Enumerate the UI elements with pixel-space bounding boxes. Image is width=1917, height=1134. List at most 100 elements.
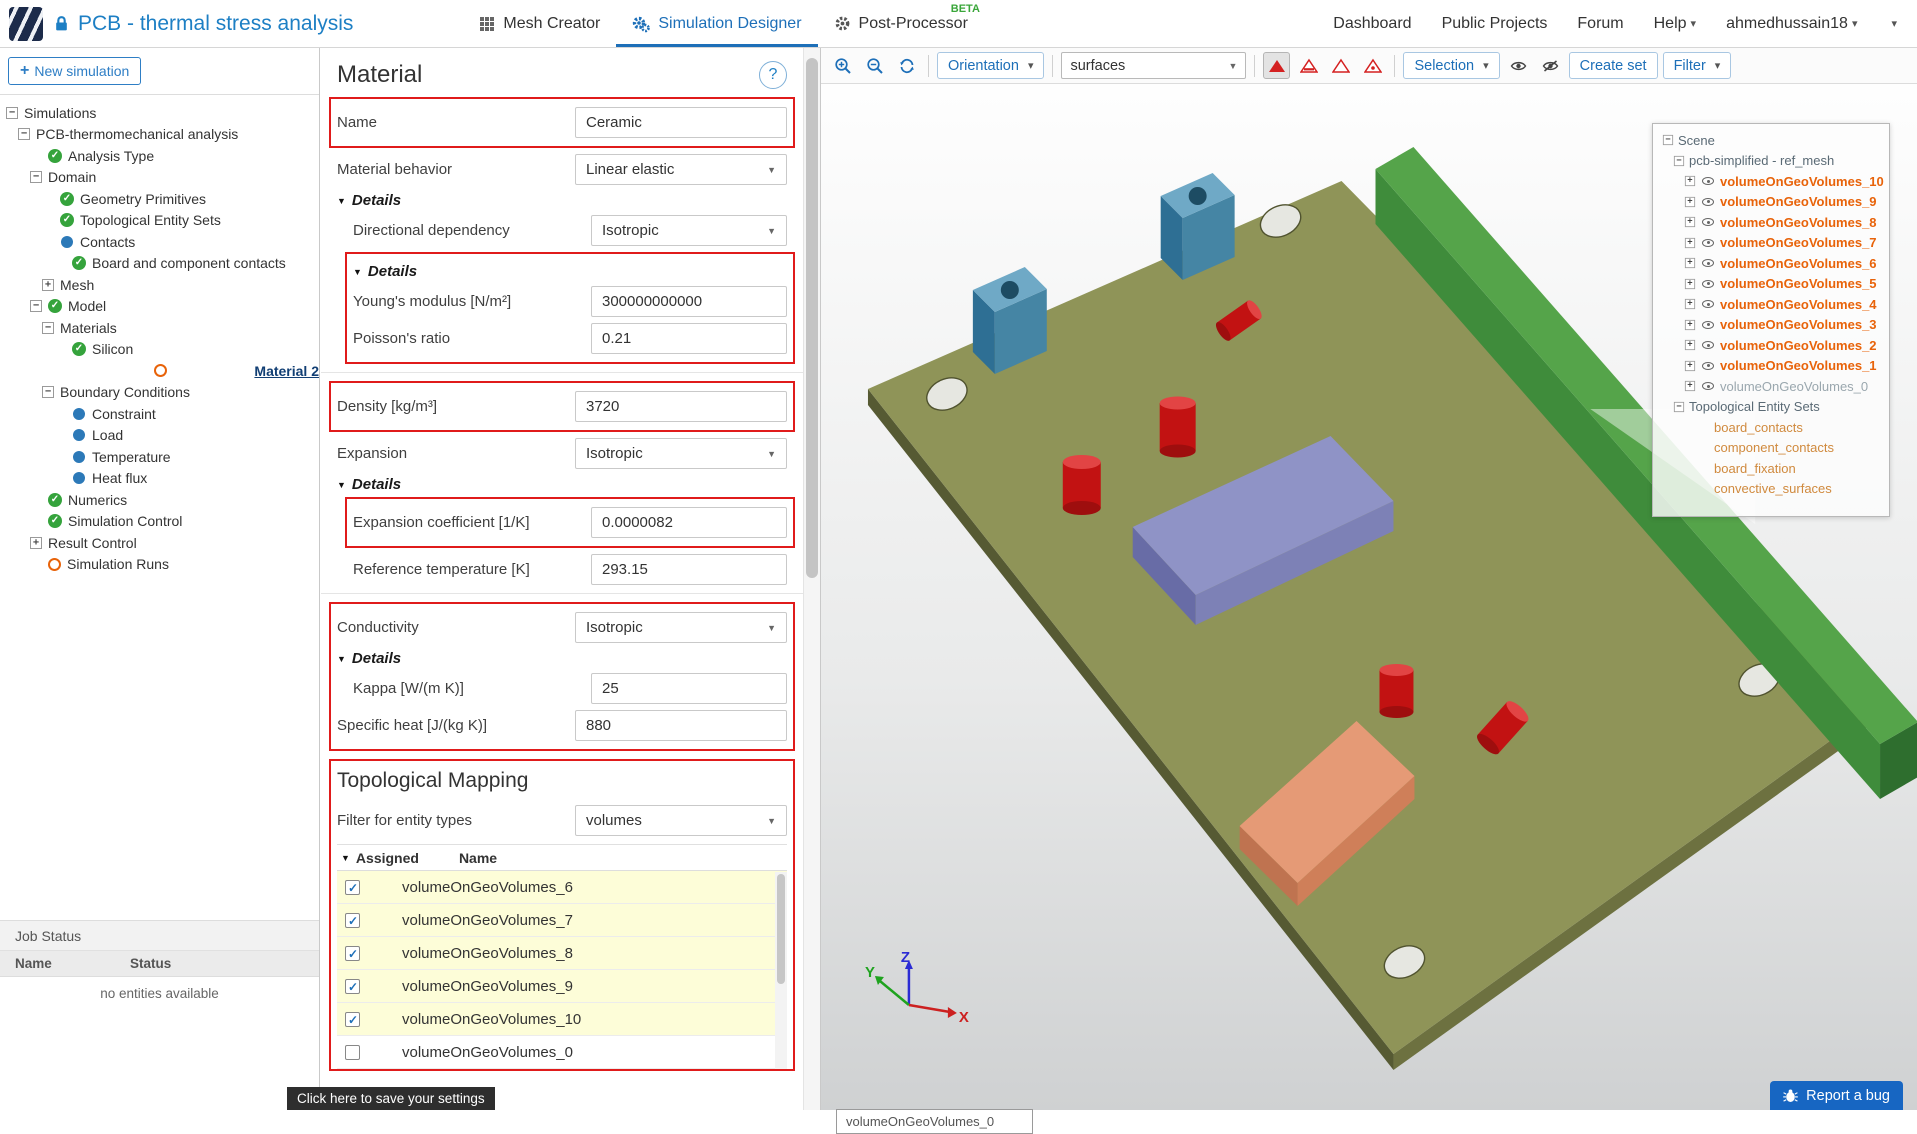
expander-minus-icon[interactable]: −: [6, 106, 18, 119]
mesh-quality-bottom-button[interactable]: [1295, 52, 1322, 79]
nav-public-projects[interactable]: Public Projects: [1442, 15, 1548, 33]
assigned-checkbox[interactable]: [345, 1011, 360, 1028]
visibility-eye-icon[interactable]: [1702, 238, 1714, 247]
user-menu[interactable]: ahmedhussain18: [1726, 15, 1857, 33]
expander-plus-icon[interactable]: +: [1684, 319, 1696, 330]
tab-simulation-designer[interactable]: Simulation Designer: [616, 0, 818, 47]
scene-tree-item[interactable]: − Scene: [1658, 130, 1884, 151]
expander-minus-icon[interactable]: −: [1673, 155, 1685, 166]
material-behavior-select[interactable]: Linear elastic ▼: [575, 154, 787, 185]
tree-item[interactable]: Contacts: [0, 231, 319, 253]
scene-tree-item[interactable]: + volumeOnGeoVolumes_8: [1658, 212, 1884, 233]
visibility-eye-icon[interactable]: [1702, 177, 1714, 186]
nav-forum[interactable]: Forum: [1577, 15, 1623, 33]
capacitor-4[interactable]: [1379, 664, 1414, 718]
tree-item[interactable]: − PCB-thermomechanical analysis: [0, 124, 319, 146]
scene-tree-item[interactable]: + volumeOnGeoVolumes_0: [1658, 376, 1884, 397]
show-button[interactable]: [1505, 52, 1532, 79]
scene-tree-item[interactable]: board_contacts: [1658, 417, 1884, 438]
tree-item[interactable]: + Mesh: [0, 274, 319, 296]
scene-tree-item[interactable]: − pcb-simplified - ref_mesh: [1658, 151, 1884, 172]
density-input[interactable]: 3720: [575, 391, 787, 422]
details-section-header[interactable]: ▼ Details: [337, 192, 787, 209]
orientation-button[interactable]: Orientation: [937, 52, 1045, 79]
conductivity-select[interactable]: Isotropic ▼: [575, 612, 787, 643]
extra-menu-chevron-icon[interactable]: [1887, 17, 1897, 30]
visibility-eye-icon[interactable]: [1702, 361, 1714, 370]
tree-item[interactable]: ✓ Simulation Control: [0, 511, 319, 533]
simscale-logo[interactable]: [9, 6, 43, 41]
expander-plus-icon[interactable]: +: [1684, 340, 1696, 351]
project-title[interactable]: PCB - thermal stress analysis: [78, 12, 353, 36]
tree-item[interactable]: Temperature: [0, 446, 319, 468]
directional-dependency-select[interactable]: Isotropic ▼: [591, 215, 787, 246]
tab-mesh-creator[interactable]: Mesh Creator: [463, 0, 616, 47]
scene-tree-item[interactable]: component_contacts: [1658, 438, 1884, 459]
scene-tree-item[interactable]: + volumeOnGeoVolumes_10: [1658, 171, 1884, 192]
expansion-select[interactable]: Isotropic ▼: [575, 438, 787, 469]
visibility-eye-icon[interactable]: [1702, 279, 1714, 288]
mesh-quality-solid-button[interactable]: [1263, 52, 1291, 79]
table-row[interactable]: volumeOnGeoVolumes_7: [337, 904, 787, 937]
kappa-input[interactable]: 25: [591, 673, 787, 704]
expander-plus-icon[interactable]: +: [1684, 299, 1696, 310]
expander-plus-icon[interactable]: +: [1684, 258, 1696, 269]
mesh-quality-point-button[interactable]: [1359, 52, 1386, 79]
tab-post-processor[interactable]: BETA Post-Processor: [818, 0, 984, 47]
name-input[interactable]: Ceramic: [575, 107, 787, 138]
details-section-header[interactable]: ▼ Details: [337, 650, 787, 667]
table-row[interactable]: volumeOnGeoVolumes_8: [337, 937, 787, 970]
new-simulation-button[interactable]: + New simulation: [8, 57, 142, 85]
visibility-eye-icon[interactable]: [1702, 341, 1714, 350]
capacitor-1[interactable]: [1062, 455, 1101, 515]
expander-plus-icon[interactable]: +: [1684, 360, 1696, 371]
expander-minus-icon[interactable]: −: [18, 128, 30, 141]
mesh-quality-outline-button[interactable]: [1327, 52, 1354, 79]
help-button[interactable]: ?: [759, 61, 787, 89]
expander-plus-icon[interactable]: +: [1684, 196, 1696, 207]
nav-dashboard[interactable]: Dashboard: [1333, 15, 1411, 33]
tree-item[interactable]: ✓ Topological Entity Sets: [0, 210, 319, 232]
visibility-eye-icon[interactable]: [1702, 320, 1714, 329]
tree-item[interactable]: Heat flux: [0, 468, 319, 490]
table-scrollbar[interactable]: [775, 872, 787, 1069]
save-settings-tooltip[interactable]: Click here to save your settings: [287, 1087, 495, 1110]
filter-button[interactable]: Filter: [1662, 52, 1732, 79]
expander-minus-icon[interactable]: −: [42, 386, 54, 399]
tree-item[interactable]: − Materials: [0, 317, 319, 339]
youngs-modulus-input[interactable]: 300000000000: [591, 286, 787, 317]
assigned-checkbox[interactable]: [345, 978, 360, 995]
table-scrollbar-thumb[interactable]: [777, 874, 785, 984]
scene-tree-item[interactable]: + volumeOnGeoVolumes_6: [1658, 253, 1884, 274]
expander-plus-icon[interactable]: +: [30, 536, 42, 549]
tree-item[interactable]: − Boundary Conditions: [0, 382, 319, 404]
tree-item[interactable]: ✓ Silicon: [0, 339, 319, 361]
tree-item[interactable]: Load: [0, 425, 319, 447]
selection-name-field[interactable]: volumeOnGeoVolumes_0: [836, 1109, 1033, 1134]
nav-help-menu[interactable]: Help: [1654, 15, 1696, 33]
visibility-eye-icon[interactable]: [1702, 382, 1714, 391]
tree-item[interactable]: Material 2: [0, 360, 319, 382]
visibility-eye-icon[interactable]: [1702, 197, 1714, 206]
tree-item[interactable]: ✓ Geometry Primitives: [0, 188, 319, 210]
expander-minus-icon[interactable]: −: [42, 321, 54, 334]
scene-tree-item[interactable]: board_fixation: [1658, 458, 1884, 479]
table-row[interactable]: volumeOnGeoVolumes_9: [337, 970, 787, 1003]
expander-plus-icon[interactable]: +: [42, 278, 54, 291]
table-row[interactable]: volumeOnGeoVolumes_10: [337, 1003, 787, 1036]
hide-button[interactable]: [1537, 52, 1564, 79]
specific-heat-input[interactable]: 880: [575, 710, 787, 741]
expander-plus-icon[interactable]: +: [1684, 237, 1696, 248]
render-mode-select[interactable]: surfaces ▼: [1061, 52, 1247, 79]
assigned-checkbox[interactable]: [345, 1044, 360, 1060]
table-row[interactable]: volumeOnGeoVolumes_0: [337, 1036, 787, 1069]
panel-scrollbar-thumb[interactable]: [806, 58, 818, 578]
expander-plus-icon[interactable]: +: [1684, 176, 1696, 187]
table-row[interactable]: volumeOnGeoVolumes_6: [337, 871, 787, 904]
details-section-header[interactable]: ▼ Details: [353, 263, 787, 280]
zoom-in-button[interactable]: [829, 52, 856, 79]
scene-tree-item[interactable]: − Topological Entity Sets: [1658, 397, 1884, 418]
details-section-header[interactable]: ▼ Details: [337, 476, 787, 493]
scene-tree-item[interactable]: + volumeOnGeoVolumes_1: [1658, 356, 1884, 377]
reset-view-button[interactable]: [893, 52, 920, 79]
